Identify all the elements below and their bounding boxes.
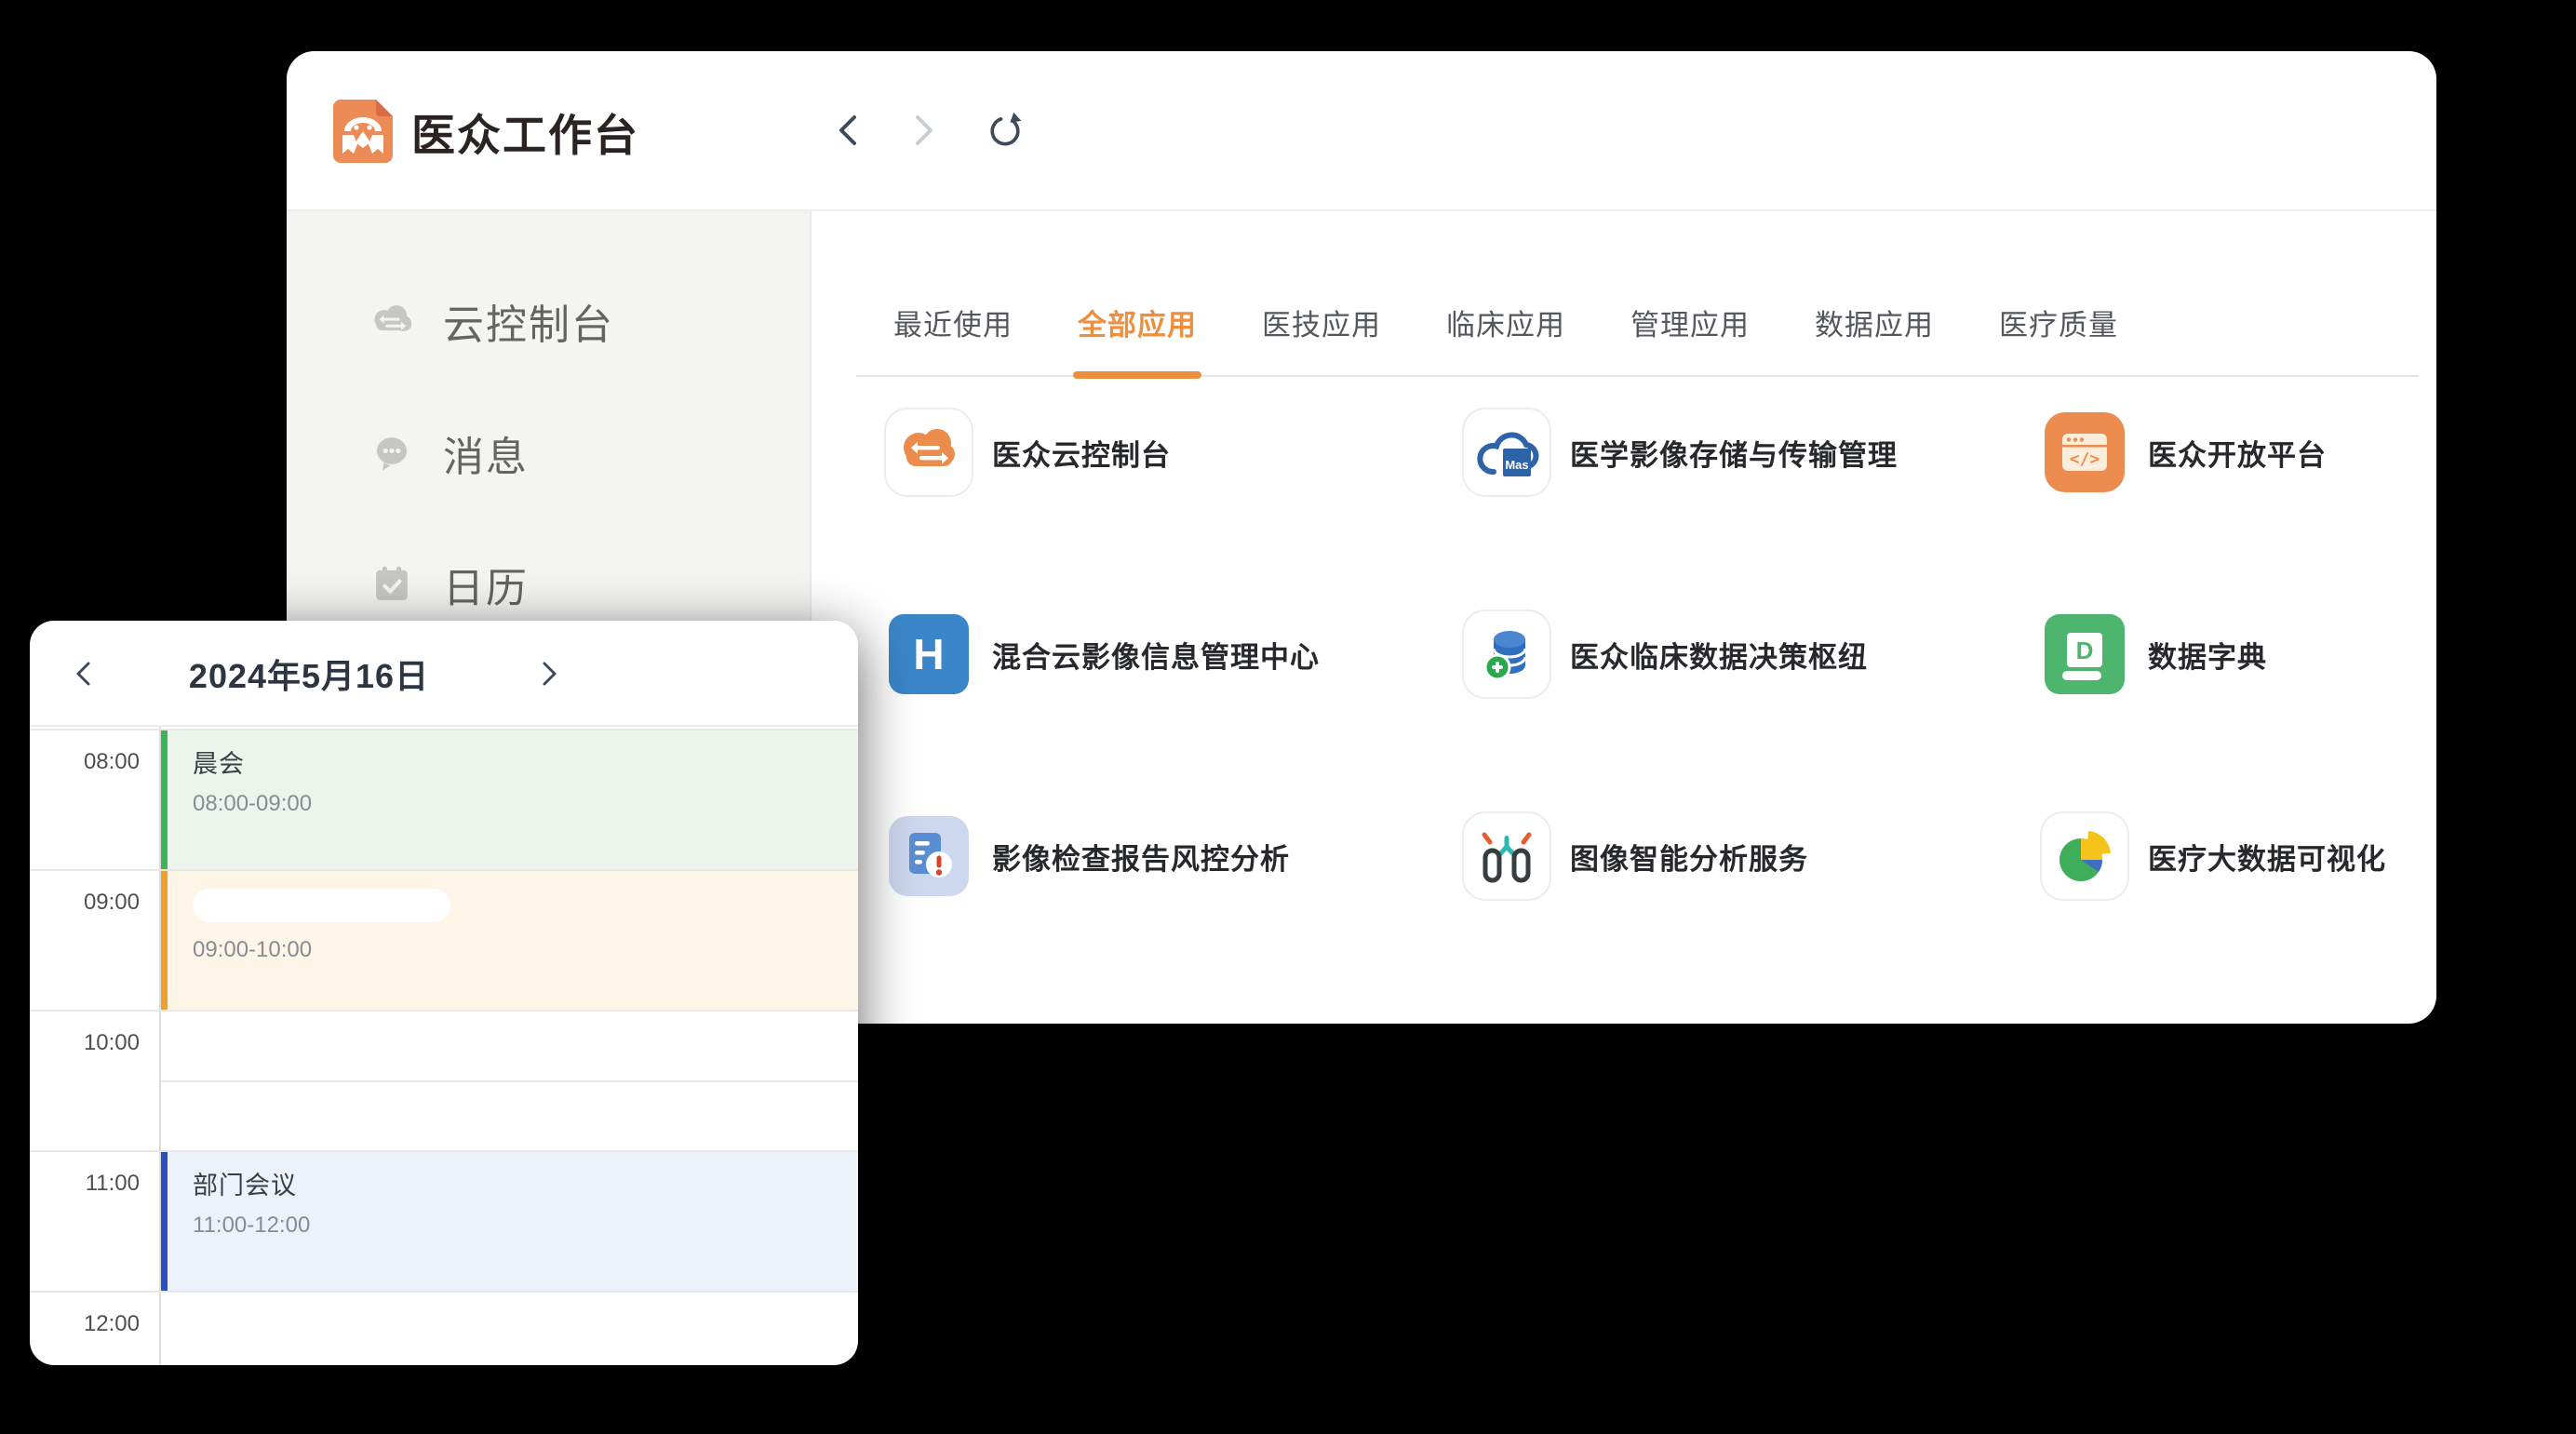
pie-chart-icon: [2040, 811, 2129, 901]
cloud-settings-icon: [367, 296, 417, 346]
svg-text:D: D: [2076, 637, 2094, 664]
tab-bar: 最近使用全部应用医技应用临床应用管理应用数据应用医疗质量: [856, 269, 2419, 377]
app-label: 医众云控制台: [992, 408, 1171, 497]
redacted-event-title: [193, 889, 450, 922]
app-item[interactable]: D 数据字典: [2040, 610, 2436, 811]
app-item[interactable]: 图像智能分析服务: [1462, 811, 2040, 1013]
svg-text:Mas: Mas: [1505, 458, 1528, 472]
calendar-prev-day-button[interactable]: [56, 621, 112, 727]
calendar-event[interactable]: 部门会议 11:00-12:00: [161, 1152, 858, 1291]
sidebar-item-cloud-console[interactable]: 云控制台: [287, 288, 810, 355]
data-dictionary-icon: D: [2040, 610, 2129, 699]
event-title: 部门会议: [193, 1165, 858, 1201]
app-item[interactable]: H 混合云影像信息管理中心: [884, 610, 1462, 811]
calendar-day-view: 08:00 09:00 10:00 11:00 12:00 晨会 08:00-09:00 09…: [30, 621, 858, 1365]
svg-text:H: H: [913, 630, 944, 678]
calendar-time-label: 10:00: [30, 1030, 140, 1056]
app-item[interactable]: 医众临床数据决策枢纽: [1462, 610, 2040, 811]
calendar-popup: 08:00 09:00 10:00 11:00 12:00 晨会 08:00-09:00 09…: [30, 621, 858, 1365]
calendar-time-label: 12:00: [30, 1311, 140, 1337]
nav-forward-button[interactable]: [903, 110, 944, 151]
sidebar-item-label: 消息: [443, 423, 529, 483]
app-grid: 医众云控制台 Mas 医学影像存储与传输管理 </> 医众开放平台 H 混合云影像信息管理中…: [884, 408, 2436, 1013]
calendar-next-day-button[interactable]: [521, 621, 577, 727]
window-title: 医众工作台: [411, 51, 639, 211]
app-item[interactable]: 医众云控制台: [884, 408, 1462, 610]
app-item[interactable]: 医疗大数据可视化: [2040, 811, 2436, 1013]
calendar-hour-line: [30, 1291, 858, 1293]
tab-admin[interactable]: 管理应用: [1630, 269, 1750, 375]
event-time: 09:00-10:00: [193, 937, 858, 963]
tab-data[interactable]: 数据应用: [1815, 269, 1934, 375]
lungs-ai-icon: [1462, 811, 1551, 901]
calendar-check-icon: [367, 559, 417, 610]
event-time: 11:00-12:00: [193, 1213, 858, 1239]
calendar-header: 2024年5月16日: [30, 621, 858, 727]
hybrid-cloud-h-icon: H: [884, 610, 973, 699]
svg-text:</>: </>: [2070, 449, 2100, 469]
tab-all[interactable]: 全部应用: [1078, 269, 1197, 375]
calendar-date-title: 2024年5月16日: [141, 621, 476, 727]
calendar-event[interactable]: 晨会 08:00-09:00: [161, 730, 858, 869]
mas-cloud-icon: Mas: [1462, 408, 1551, 497]
sidebar-item-label: 云控制台: [443, 291, 614, 351]
calendar-event[interactable]: 09:00-10:00: [161, 871, 858, 1010]
nav-back-button[interactable]: [828, 110, 869, 151]
nav-refresh-button[interactable]: [985, 110, 1026, 151]
app-label: 数据字典: [2148, 610, 2267, 699]
app-label: 图像智能分析服务: [1570, 811, 1808, 901]
window-header: 医众工作台: [287, 51, 2436, 211]
calendar-time-label: 11:00: [30, 1171, 140, 1197]
app-item[interactable]: 影像检查报告风控分析: [884, 811, 1462, 1013]
open-platform-icon: </>: [2040, 408, 2129, 497]
tab-medtech[interactable]: 医技应用: [1262, 269, 1381, 375]
app-label: 混合云影像信息管理中心: [992, 610, 1320, 699]
app-label: 医疗大数据可视化: [2148, 811, 2386, 901]
calendar-hour-line: [30, 1010, 858, 1012]
app-label: 影像检查报告风控分析: [992, 811, 1290, 901]
sidebar-item-label: 日历: [443, 555, 529, 614]
event-time: 08:00-09:00: [193, 791, 858, 817]
app-label: 医众临床数据决策枢纽: [1570, 610, 1868, 699]
app-item[interactable]: Mas 医学影像存储与传输管理: [1462, 408, 2040, 610]
clinical-database-icon: [1462, 610, 1551, 699]
cloud-console-icon: [884, 408, 973, 497]
tab-clinical[interactable]: 临床应用: [1446, 269, 1565, 375]
event-title: 晨会: [193, 744, 858, 780]
app-logo-icon: [333, 100, 393, 163]
app-label: 医众开放平台: [2148, 408, 2327, 497]
sidebar-item-calendar[interactable]: 日历: [287, 551, 810, 618]
calendar-half-hour-line: [161, 1080, 858, 1082]
app-label: 医学影像存储与传输管理: [1570, 408, 1898, 497]
sidebar-item-messages[interactable]: 消息: [287, 420, 810, 487]
tab-recent[interactable]: 最近使用: [893, 269, 1013, 375]
tab-quality[interactable]: 医疗质量: [1999, 269, 2118, 375]
app-item[interactable]: </> 医众开放平台: [2040, 408, 2436, 610]
message-bubble-icon: [367, 428, 417, 478]
calendar-time-label: 09:00: [30, 890, 140, 916]
calendar-time-label: 08:00: [30, 749, 140, 775]
report-risk-icon: [884, 811, 973, 901]
